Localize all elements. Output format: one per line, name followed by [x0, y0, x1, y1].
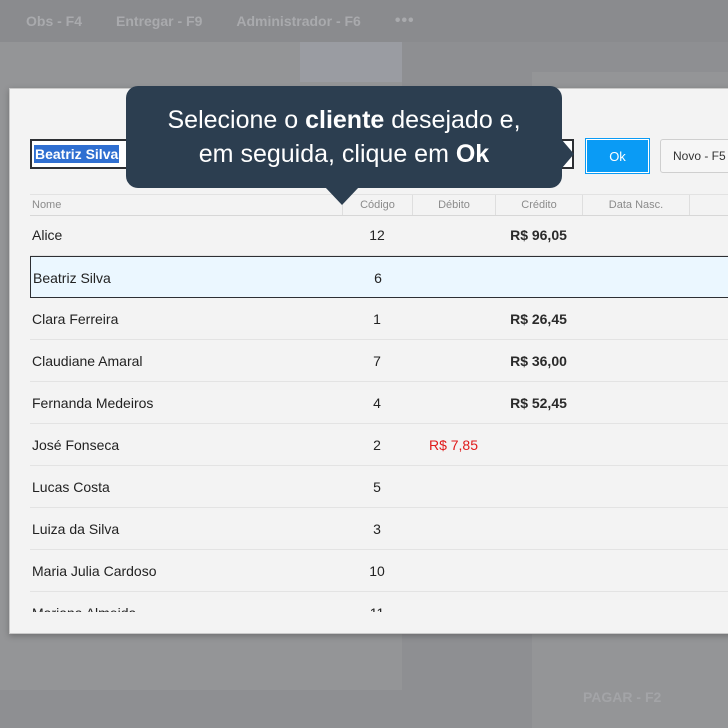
cell-codigo: 1: [373, 311, 381, 327]
cell-credito: R$ 36,00: [510, 353, 567, 369]
cell-codigo: 2: [373, 437, 381, 453]
cell-codigo: 7: [373, 353, 381, 369]
table-row[interactable]: Mariana Almeida 11: [30, 592, 728, 612]
instruction-tooltip: Selecione o cliente desejado e, em segui…: [126, 86, 562, 188]
cell-debito: [412, 592, 495, 612]
cell-nome: Luiza da Silva: [32, 521, 120, 537]
column-header-debito[interactable]: Débito: [412, 195, 495, 215]
cell-codigo: 11: [342, 592, 412, 612]
cell-debito: [412, 382, 495, 424]
ok-button[interactable]: Ok: [586, 139, 649, 173]
table-row[interactable]: Beatriz Silva 6: [30, 256, 728, 298]
cell-credito: R$ 52,45: [510, 395, 567, 411]
menu-obs[interactable]: Obs - F4: [26, 13, 82, 29]
cell-nome: Beatriz Silva: [33, 270, 111, 286]
cell-debito: [412, 550, 495, 592]
table-row[interactable]: Maria Julia Cardoso 10: [30, 550, 728, 592]
cell-debito: [412, 340, 495, 382]
menu-entregar[interactable]: Entregar - F9: [116, 13, 202, 29]
pay-button[interactable]: PAGAR - F2: [583, 689, 661, 705]
cell-credito: [496, 257, 583, 299]
cell-debito: [413, 257, 496, 299]
table-row[interactable]: José Fonseca 2 R$ 7,85: [30, 424, 728, 466]
cell-nome: José Fonseca: [32, 437, 120, 453]
table-row[interactable]: Claudiane Amaral 7 R$ 36,00: [30, 340, 728, 382]
cell-credito: R$ 26,45: [510, 311, 567, 327]
cell-debito: [412, 508, 495, 550]
more-icon[interactable]: •••: [395, 12, 415, 30]
customer-list: Alice 12 R$ 96,05 Beatriz Silva 6 Clara Ferre…: [30, 214, 728, 612]
cell-credito: [495, 466, 582, 508]
cell-codigo: 6: [374, 270, 382, 286]
column-header-credito[interactable]: Crédito: [495, 195, 582, 215]
table-row[interactable]: Luiza da Silva 3: [30, 508, 728, 550]
cell-debito: [412, 214, 495, 256]
table-row[interactable]: Alice 12 R$ 96,05: [30, 214, 728, 256]
cell-nome: Claudiane Amaral: [32, 353, 143, 369]
cell-credito: [495, 424, 582, 466]
cell-credito: R$ 96,05: [510, 227, 567, 243]
cell-debito: R$ 7,85: [428, 437, 479, 453]
tooltip-arrow: [325, 187, 359, 205]
cell-codigo: 10: [369, 563, 385, 579]
cell-nome: Maria Julia Cardoso: [32, 563, 157, 579]
cell-nome: Lucas Costa: [32, 479, 110, 495]
cell-nome: Alice: [32, 227, 63, 243]
novo-button[interactable]: Novo - F5: [660, 139, 728, 173]
cell-credito: [495, 508, 582, 550]
cell-codigo: 5: [373, 479, 381, 495]
top-menu-bar: Obs - F4 Entregar - F9 Administrador - F…: [0, 0, 728, 42]
cell-credito: [495, 550, 582, 592]
column-header-data-nasc[interactable]: Data Nasc.: [582, 195, 690, 215]
cell-nome: Clara Ferreira: [32, 311, 119, 327]
search-input-value: Beatriz Silva: [34, 145, 120, 163]
tooltip-line-1: Selecione o cliente desejado e,: [167, 106, 521, 134]
column-header-nome[interactable]: Nome: [32, 195, 342, 215]
table-row[interactable]: Lucas Costa 5: [30, 466, 728, 508]
menu-administrador[interactable]: Administrador - F6: [236, 13, 360, 29]
cell-credito: [495, 592, 582, 612]
table-header: Nome Código Débito Crédito Data Nasc.: [30, 194, 728, 216]
cell-nome: Mariana Almeida: [32, 592, 136, 612]
cell-codigo: 4: [373, 395, 381, 411]
tooltip-line-2: em seguida, clique em Ok: [198, 140, 490, 168]
table-row[interactable]: Fernanda Medeiros 4 R$ 52,45: [30, 382, 728, 424]
background-strip: [300, 42, 402, 82]
cell-debito: [412, 298, 495, 340]
cell-codigo: 12: [369, 227, 385, 243]
cell-codigo: 3: [373, 521, 381, 537]
cell-debito: [412, 466, 495, 508]
cell-nome: Fernanda Medeiros: [32, 395, 154, 411]
table-row[interactable]: Clara Ferreira 1 R$ 26,45: [30, 298, 728, 340]
tooltip-side-arrow: [562, 140, 574, 168]
